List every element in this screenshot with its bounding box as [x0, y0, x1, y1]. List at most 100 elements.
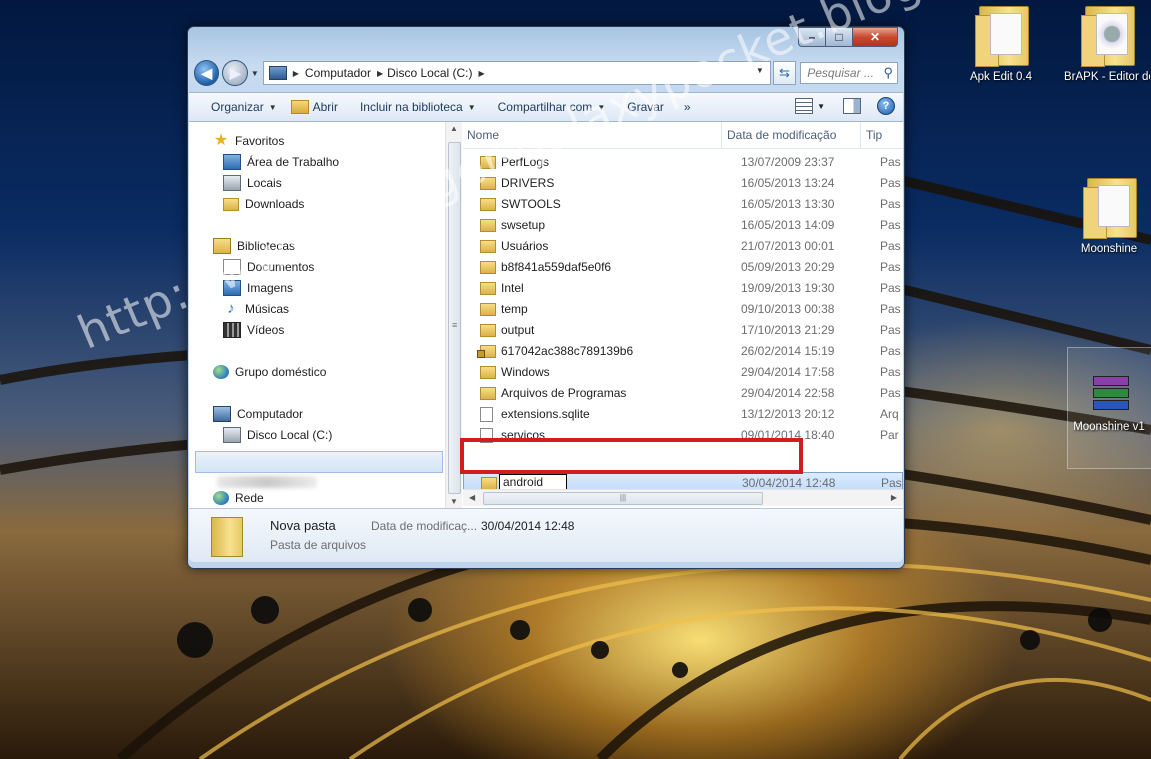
minimize-button[interactable]: – — [798, 27, 825, 47]
scroll-down-icon[interactable]: ▼ — [450, 497, 458, 506]
search-input[interactable]: Pesquisar ... ⚲ — [800, 62, 898, 84]
videos-icon — [223, 322, 241, 338]
scroll-left-icon[interactable]: ◀ — [469, 493, 475, 502]
scroll-thumb[interactable]: ||| — [483, 492, 763, 505]
folder-icon — [480, 324, 496, 337]
nav-computer[interactable]: Computador — [213, 404, 303, 424]
nav-documents[interactable]: Documentos — [223, 257, 314, 277]
nav-label: Downloads — [245, 197, 305, 211]
file-type: Pas — [880, 218, 901, 232]
desktop-icon-apk-edit[interactable]: Apk Edit 0.4 — [958, 2, 1044, 84]
forward-button[interactable]: ▶ — [222, 60, 248, 86]
caret-down-icon: ▼ — [467, 102, 476, 112]
file-row[interactable]: SWTOOLS 16/05/2013 13:30 Pas — [463, 194, 903, 214]
help-icon[interactable]: ? — [877, 97, 895, 115]
chevron-right-icon[interactable]: ▶ — [478, 69, 484, 78]
folder-icon — [480, 156, 496, 169]
nav-videos[interactable]: Vídeos — [223, 320, 284, 340]
file-row[interactable]: swsetup 16/05/2013 14:09 Pas — [463, 215, 903, 235]
chevron-right-icon[interactable]: ▶ — [293, 69, 299, 78]
file-row[interactable]: b8f841a559daf5e0f6 05/09/2013 20:29 Pas — [463, 257, 903, 277]
scroll-right-icon[interactable]: ▶ — [891, 493, 897, 502]
open-label: Abrir — [312, 100, 338, 114]
file-date: 16/05/2013 14:09 — [741, 218, 835, 232]
file-date: 17/10/2013 21:29 — [741, 323, 835, 337]
nav-favorites[interactable]: ★ Favoritos — [213, 131, 285, 151]
close-button[interactable]: ✕ — [852, 27, 898, 47]
nav-local-disk[interactable]: Disco Local (C:) — [223, 425, 332, 445]
burn-button[interactable]: Gravar — [627, 100, 664, 114]
maximize-button[interactable]: □ — [825, 27, 852, 47]
drive-icon — [223, 427, 241, 443]
refresh-button[interactable]: ⇆ — [772, 61, 797, 85]
scroll-up-icon[interactable]: ▲ — [450, 124, 458, 133]
view-options-dropdown[interactable]: ▼ — [817, 102, 825, 111]
file-row[interactable]: DRIVERS 16/05/2013 13:24 Pas — [463, 173, 903, 193]
file-row[interactable]: PerfLogs 13/07/2009 23:37 Pas — [463, 152, 903, 172]
computer-icon — [268, 66, 287, 80]
preview-pane-icon[interactable] — [843, 98, 861, 114]
file-row[interactable]: temp 09/10/2013 00:38 Pas — [463, 299, 903, 319]
desktop-icon-moonshine[interactable]: Moonshine — [1066, 174, 1151, 256]
file-row[interactable]: Usuários 21/07/2013 00:01 Pas — [463, 236, 903, 256]
file-name: SWTOOLS — [501, 197, 561, 211]
computer-icon — [213, 406, 231, 422]
breadcrumb-computer[interactable]: Computador — [305, 66, 371, 80]
nav-label: Documentos — [247, 260, 315, 274]
column-name[interactable]: Nome — [467, 128, 499, 142]
file-row[interactable]: Windows 29/04/2014 17:58 Pas — [463, 362, 903, 382]
nav-pictures[interactable]: Imagens — [223, 278, 293, 298]
file-row[interactable]: 617042ac388c789139b6 26/02/2014 15:19 Pas — [463, 341, 903, 361]
file-row[interactable]: Intel 19/09/2013 19:30 Pas — [463, 278, 903, 298]
chevron-right-icon[interactable]: ▶ — [377, 69, 383, 78]
file-list-horizontal-scrollbar[interactable]: ◀ ||| ▶ — [463, 489, 903, 506]
share-with-menu[interactable]: Compartilhar com ▼ — [498, 100, 606, 114]
desktop-icon-brapk[interactable]: BrAPK - Editor de Aplicativos — [1064, 2, 1150, 84]
address-bar[interactable]: ▶ Computador ▶ Disco Local (C:) ▶ ▼ — [262, 61, 771, 85]
back-button[interactable]: ◀ — [194, 60, 220, 86]
file-date: 05/09/2013 20:29 — [741, 260, 835, 274]
search-icon[interactable]: ⚲ — [883, 65, 893, 81]
change-view-icon[interactable] — [795, 98, 814, 114]
nav-downloads[interactable]: Downloads — [223, 194, 304, 214]
breadcrumb-local-disk[interactable]: Disco Local (C:) — [387, 66, 472, 80]
nav-network[interactable]: Rede — [213, 488, 264, 508]
column-divider[interactable] — [860, 122, 861, 148]
open-button[interactable]: Abrir — [290, 100, 338, 114]
folder-icon — [480, 366, 496, 379]
column-date-modified[interactable]: Data de modificação — [727, 128, 836, 142]
nav-homegroup[interactable]: Grupo doméstico — [213, 362, 326, 382]
recent-pages-dropdown[interactable]: ▼ — [251, 69, 259, 78]
include-in-library-menu[interactable]: Incluir na biblioteca ▼ — [360, 100, 476, 114]
details-item-kind: Pasta de arquivos — [270, 538, 367, 552]
homegroup-icon — [213, 365, 229, 379]
more-commands-button[interactable]: » — [684, 100, 691, 114]
file-type: Pas — [880, 155, 901, 169]
desktop-icon-moonshine-v1[interactable]: Moonshine v1 — [1066, 372, 1151, 434]
file-name: Intel — [501, 281, 524, 295]
nav-places[interactable]: Locais — [223, 173, 282, 193]
nav-libraries[interactable]: Bibliotecas — [213, 236, 295, 256]
nav-label: Favoritos — [235, 134, 285, 148]
nav-label: Computador — [237, 407, 304, 421]
file-row[interactable]: Arquivos de Programas 29/04/2014 22:58 Pas — [463, 383, 903, 403]
burn-label: Gravar — [627, 100, 664, 114]
nav-desktop[interactable]: Área de Trabalho — [223, 152, 339, 172]
nav-music[interactable]: ♪ Músicas — [223, 299, 289, 319]
nav-label: Imagens — [247, 281, 294, 295]
rename-input[interactable]: android — [499, 474, 567, 490]
view-controls: ▼ ? — [795, 97, 895, 115]
file-row[interactable]: output 17/10/2013 21:29 Pas — [463, 320, 903, 340]
details-item-name: Nova pasta — [270, 518, 336, 533]
nav-label: Grupo doméstico — [235, 365, 327, 379]
folder-icon — [480, 282, 496, 295]
column-divider[interactable] — [721, 122, 722, 148]
file-date: 09/10/2013 00:38 — [741, 302, 835, 316]
nav-label: Área de Trabalho — [247, 155, 340, 169]
address-history-dropdown[interactable]: ▼ — [756, 66, 764, 75]
organize-menu[interactable]: Organizar ▼ — [211, 100, 277, 114]
column-type[interactable]: Tip — [866, 128, 882, 142]
desktop-icon-label: BrAPK - Editor de Aplicativos — [1064, 71, 1150, 83]
file-name: output — [501, 323, 535, 337]
file-row[interactable]: extensions.sqlite 13/12/2013 20:12 Arq — [463, 404, 903, 424]
